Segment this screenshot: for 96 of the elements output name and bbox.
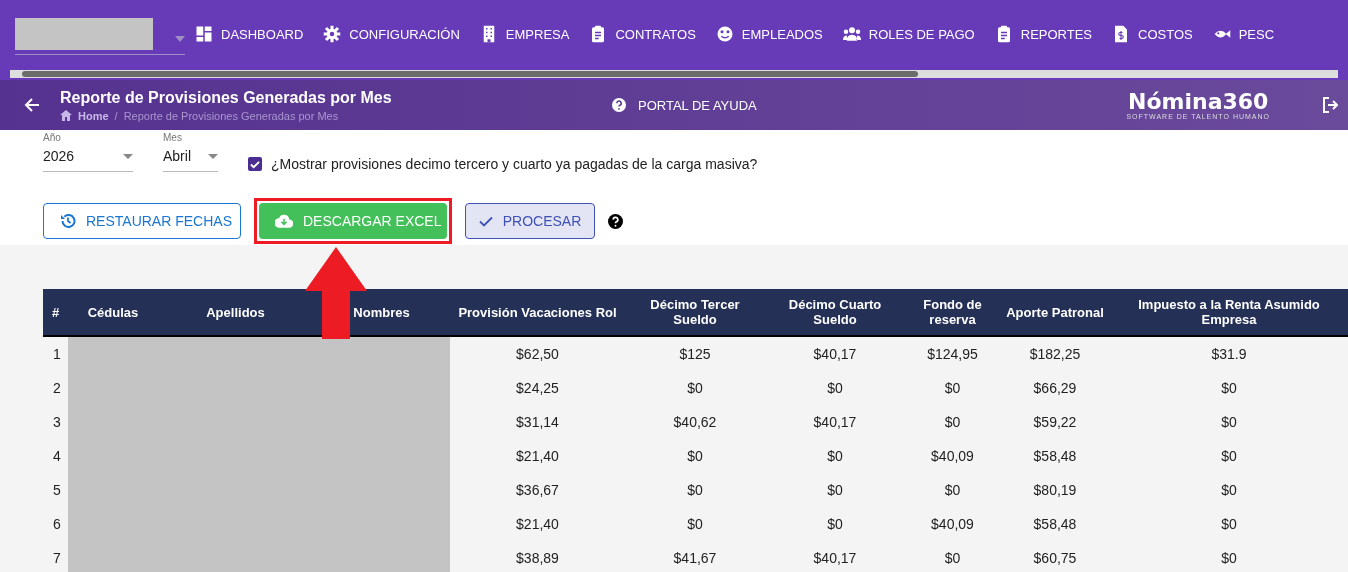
table-cell: $36,67 <box>450 473 625 507</box>
help-icon <box>612 98 626 112</box>
action-button[interactable]: PROCESAR <box>465 203 595 239</box>
nav-link[interactable]: ROLES DE PAGO <box>842 25 975 43</box>
table-cell-text: $80,19 <box>1032 481 1078 500</box>
nav-link[interactable]: REPORTES <box>994 25 1093 43</box>
table-cell-text: $0 <box>1220 481 1238 500</box>
table-cell: $40,17 <box>765 336 905 371</box>
checkbox[interactable] <box>248 157 262 171</box>
table-cell-text: $0 <box>1220 379 1238 398</box>
history-icon <box>60 213 76 229</box>
nav-link[interactable]: CONFIGURACIÓN <box>323 25 460 43</box>
table-cell-text: $0 <box>943 413 962 432</box>
page-title: Reporte de Provisiones Generadas por Mes <box>60 88 393 107</box>
table-cell-text: $0 <box>686 447 704 466</box>
column-header: Impuesto a la Renta Asumido Empresa <box>1110 289 1348 336</box>
table-cell-text: $0 <box>943 481 962 500</box>
table-cell: $182,25 <box>1000 336 1110 371</box>
caret-icon <box>175 35 185 42</box>
table-cell-text: $0 <box>1220 413 1238 432</box>
table-cell: $62,50 <box>450 336 625 371</box>
table-cell: $31.9 <box>1110 336 1348 371</box>
table-cell-text: $58,48 <box>1032 515 1078 534</box>
people-icon <box>842 25 861 43</box>
row-number: 4 <box>43 439 68 473</box>
nav-link[interactable]: CONTRATOS <box>589 25 696 43</box>
table-cell-text: $0 <box>1220 515 1238 534</box>
table-cell-text: $0 <box>1220 447 1238 466</box>
gear-icon <box>323 25 342 43</box>
company-select[interactable] <box>15 17 185 55</box>
table-cell-text: $58,48 <box>1032 447 1078 466</box>
table-cell-text: $66,29 <box>1032 379 1078 398</box>
breadcrumb-link[interactable]: Home <box>78 109 109 122</box>
year-select[interactable]: Año 2026 <box>43 130 133 172</box>
table-cell-text: $0 <box>826 481 844 500</box>
help-icon[interactable] <box>608 213 623 229</box>
nav-link[interactable]: PESC <box>1212 25 1275 43</box>
breadcrumb-current: Reporte de Provisiones Generadas por Mes <box>123 109 339 122</box>
nav-link[interactable]: EMPRESA <box>479 25 570 43</box>
table-cell: $24,25 <box>450 371 625 405</box>
table-cell: $21,40 <box>450 439 625 473</box>
brand-logo: Nómina360 <box>1127 90 1270 113</box>
nav-link[interactable]: COSTOS <box>1112 25 1193 43</box>
table-cell: $125 <box>625 336 765 371</box>
scrollbar[interactable] <box>0 68 1348 80</box>
grid-icon <box>195 25 213 43</box>
table-cell-text: $0 <box>1220 549 1238 568</box>
column-header: Cédulas <box>68 289 158 336</box>
column-header: Apellidos <box>158 289 313 336</box>
checkbox-label: ¿Mostrar provisiones decimo tercero y cuarto ya pagadas de la carga masiva? <box>271 156 758 172</box>
column-header: Fondo de reserva <box>905 289 1000 336</box>
row-number: 5 <box>43 473 68 507</box>
table-cell-text: $0 <box>826 379 844 398</box>
row-number: 2 <box>43 371 68 405</box>
table-cell-text: $40,17 <box>812 413 858 432</box>
table-cell-text: $59,22 <box>1032 413 1078 432</box>
nav-link[interactable]: DASHBOARD <box>195 25 304 43</box>
table-cell-text: $40,62 <box>672 413 718 432</box>
table-cell: $124,95 <box>905 336 1000 371</box>
caret-icon <box>208 153 218 159</box>
table-cell-text: $40,09 <box>930 447 975 466</box>
row-number: 1 <box>43 336 68 371</box>
caret-icon <box>123 153 133 159</box>
table-cell: $31,14 <box>450 405 625 439</box>
table-cell-text: $0 <box>826 447 844 466</box>
table-cell-text: $0 <box>686 515 704 534</box>
face-icon <box>715 25 734 43</box>
nav-link[interactable]: EMPLEADOS <box>715 25 823 43</box>
table-cell-text: $0 <box>826 515 844 534</box>
row-number: 3 <box>43 405 68 439</box>
home-icon <box>60 110 72 121</box>
check-icon <box>478 215 493 227</box>
table-cell-text: $41,67 <box>672 549 718 568</box>
column-header: Décimo Tercer Sueldo <box>625 289 765 336</box>
column-header: Décimo Cuarto Sueldo <box>765 289 905 336</box>
column-header: Aporte Patronal <box>1000 289 1110 336</box>
month-select[interactable]: Mes Abril <box>163 130 218 172</box>
table-cell-text: $40,09 <box>930 515 975 534</box>
row-number: 6 <box>43 507 68 541</box>
table-cell-text: $60,75 <box>1032 549 1078 568</box>
column-header: # <box>43 289 68 336</box>
row-number: 7 <box>43 541 68 572</box>
table-cell-text: $0 <box>943 379 962 398</box>
table-cell: $21,40 <box>450 507 625 541</box>
action-button[interactable]: RESTAURAR FECHAS <box>43 203 241 239</box>
table-cell-text: $40,17 <box>812 549 858 568</box>
table-cell-text: $0 <box>943 549 962 568</box>
back-arrow-icon[interactable] <box>24 97 40 113</box>
column-header: Provisión Vacaciones Rol <box>450 289 625 336</box>
table-cell-text: $0 <box>686 481 704 500</box>
breadcrumb-separator: / <box>114 109 118 122</box>
logout-icon[interactable] <box>1322 97 1338 113</box>
help-portal-link[interactable]: PORTAL DE AYUDA <box>612 97 757 113</box>
cloud-download-icon <box>275 214 293 228</box>
table-cell: $38,89 <box>450 541 625 572</box>
table-cell-text: $0 <box>686 379 704 398</box>
